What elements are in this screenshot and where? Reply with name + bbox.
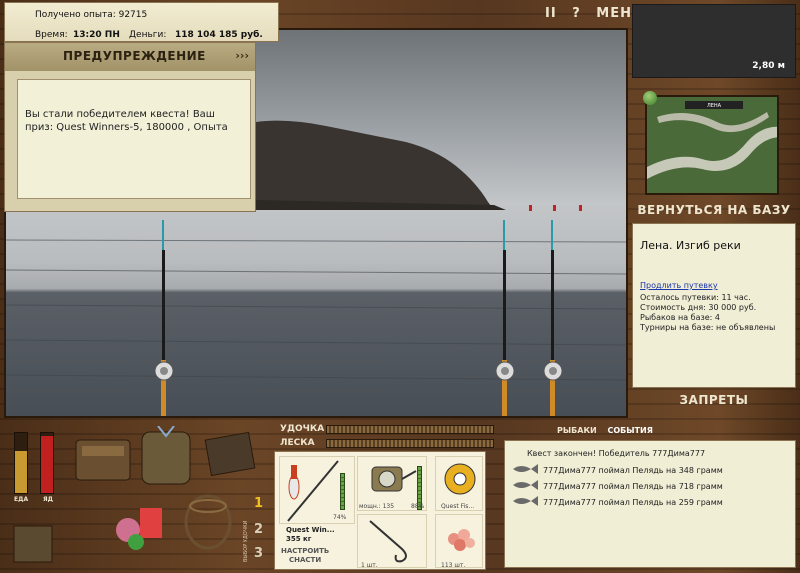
- fishers-count: Рыбаков на базе: 4: [640, 313, 720, 322]
- svg-text:ЛЕНА: ЛЕНА: [707, 103, 722, 109]
- map-art: ЛЕНА: [647, 97, 777, 193]
- bait-count: 113 шт.: [441, 562, 466, 569]
- gear-panel: 74% Quest Win... 355 кг НАСТРОИТЬ СНАСТИ…: [274, 451, 486, 570]
- tab-fishers[interactable]: РЫБАКИ: [557, 426, 597, 435]
- time-label: Время:: [35, 30, 68, 40]
- line-label: ЛЕСКА: [280, 438, 315, 448]
- backpack-icon[interactable]: [141, 426, 191, 485]
- line-name: Quest Fis...: [441, 503, 475, 510]
- poison-label: ЯД: [43, 496, 53, 503]
- bans-button[interactable]: ЗАПРЕТЫ: [632, 393, 796, 407]
- pass-remaining: Осталось путевки: 11 час.: [640, 293, 751, 302]
- food-icon[interactable]: [116, 508, 162, 550]
- time-value: 13:20 ПН: [73, 30, 120, 40]
- location-map[interactable]: ЛЕНА: [645, 95, 779, 195]
- location-name: Лена. Изгиб реки: [640, 239, 741, 252]
- player-stats: Получено опыта: 92715 Время: 13:20 ПН Де…: [4, 2, 279, 42]
- configure-label: НАСТРОИТЬ: [281, 547, 330, 555]
- bag-icon[interactable]: [10, 520, 56, 568]
- event-text: 777Дима777 поймал Пелядь на 348 грамм: [543, 466, 723, 475]
- rod-level-bar: [340, 473, 345, 510]
- rod-2[interactable]: [495, 220, 515, 418]
- warning-message: Вы стали победителем квеста! Ваш приз: Q…: [17, 79, 251, 199]
- extend-pass-link[interactable]: Продлить путевку: [640, 281, 718, 290]
- tackle-box-icon[interactable]: [75, 439, 131, 481]
- tournaments-status: Турниры на базе: не объявлены: [640, 323, 776, 332]
- book-icon[interactable]: [204, 431, 256, 477]
- help-button[interactable]: ?: [572, 6, 581, 21]
- fish-icon: [513, 496, 538, 506]
- food-label: ЕДА: [14, 496, 29, 503]
- events-log: Квест закончен! Победитель 777Дима777 77…: [504, 440, 796, 568]
- configure-label-2: СНАСТИ: [289, 556, 322, 564]
- hook-icon: [369, 520, 407, 563]
- warning-dialog: ПРЕДУПРЕЖДЕНИЕ ››› Вы стали победителем …: [4, 42, 256, 212]
- location-info: Лена. Изгиб реки Продлить путевку Остало…: [632, 223, 796, 388]
- rod-1[interactable]: [154, 220, 174, 418]
- rod-name: Quest Win...: [286, 526, 335, 534]
- keepnet-icon[interactable]: [184, 494, 232, 550]
- rod-label: УДОЧКА: [280, 424, 325, 434]
- experience-text: Получено опыта: 92715: [35, 10, 148, 20]
- reel-percent: 88%: [411, 503, 425, 510]
- bait-icon: [448, 529, 475, 551]
- depth-panel: 2,80 м: [632, 4, 796, 78]
- depth-value: 2,80 м: [752, 61, 785, 71]
- log-tabs: РЫБАКИ СОБЫТИЯ: [557, 426, 661, 435]
- line-tension-bar: [326, 439, 494, 448]
- reel-power: мощн.: 135: [359, 503, 395, 510]
- hook-slot[interactable]: [357, 514, 427, 568]
- map-pin-icon: [643, 91, 657, 105]
- event-text: 777Дима777 поймал Пелядь на 718 грамм: [543, 482, 723, 491]
- pause-button[interactable]: II: [545, 6, 557, 21]
- warning-title: ПРЕДУПРЕЖДЕНИЕ: [63, 49, 206, 63]
- event-text: 777Дима777 поймал Пелядь на 259 грамм: [543, 498, 723, 507]
- day-cost: Стоимость дня: 30 000 руб.: [640, 303, 757, 312]
- return-to-base-button[interactable]: ВЕРНУТЬСЯ НА БАЗУ: [632, 203, 796, 217]
- hook-count: 1 шт.: [361, 562, 378, 569]
- money-label: Деньги:: [129, 30, 167, 40]
- configure-tackle-button[interactable]: НАСТРОИТЬ СНАСТИ: [281, 547, 329, 565]
- rod-percent: 74%: [333, 514, 347, 521]
- tab-events[interactable]: СОБЫТИЯ: [607, 426, 652, 435]
- rod-tension-bar: [326, 425, 494, 434]
- money-value: 118 104 185 руб.: [175, 30, 263, 40]
- fish-icon: [513, 464, 538, 474]
- collapse-arrows-icon[interactable]: ›››: [235, 49, 249, 62]
- rod-3[interactable]: [543, 220, 563, 418]
- quest-finished-text: Квест закончен! Победитель 777Дима777: [527, 449, 706, 458]
- game-screen: Получено опыта: 92715 Время: 13:20 ПН Де…: [0, 0, 800, 573]
- bait-slot[interactable]: [435, 514, 483, 568]
- food-meter: [14, 432, 28, 494]
- inventory-items: [75, 426, 256, 550]
- poison-meter: [40, 432, 54, 494]
- rod-weight: 355 кг: [286, 535, 312, 543]
- fish-icon: [513, 480, 538, 490]
